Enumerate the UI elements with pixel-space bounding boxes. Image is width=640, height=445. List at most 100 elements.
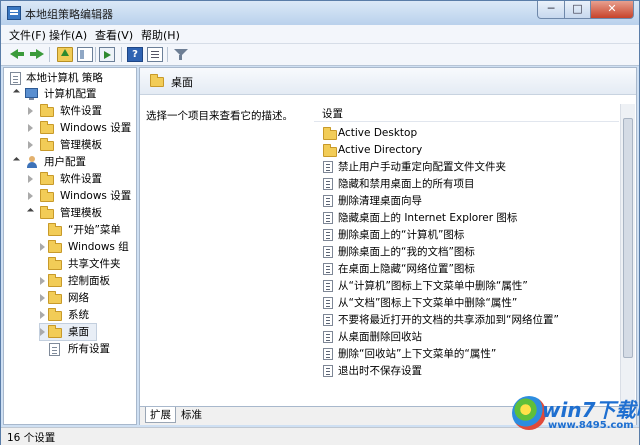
settings-column-header[interactable]: 设置 [314,104,619,122]
toolbar-separator [121,47,122,62]
list-item-label: 不要将最近打开的文档的共享添加到“网络位置” [338,314,559,326]
details-header: 桌面 [140,68,636,95]
policy-document-icon [10,72,21,85]
tree-label: 网络 [68,292,89,304]
tree-label: Windows 组 [68,241,129,253]
toolbar-separator [167,47,168,62]
tree-label: 控制面板 [68,275,110,287]
list-item-label: 从“文档”图标上下文菜单中删除“属性” [338,297,518,309]
list-item-label: 在桌面上隐藏“网络位置”图标 [338,263,475,275]
collapsed-arrow-icon[interactable] [40,243,45,251]
policy-setting-icon [323,161,333,173]
list-item-label: Active Desktop [338,127,418,139]
collapsed-arrow-icon[interactable] [40,294,45,302]
expanded-arrow-icon[interactable] [26,207,35,216]
policy-setting-icon [323,263,333,275]
folder-icon [323,144,337,157]
scrollbar-thumb[interactable] [623,118,633,358]
policy-setting-icon [323,246,333,258]
tree-label: 系统 [68,309,89,321]
collapsed-arrow-icon[interactable] [40,277,45,285]
folder-icon [40,172,54,185]
menu-bar: 文件(F) 操作(A) 查看(V) 帮助(H) [1,25,639,44]
forward-arrow-icon[interactable] [29,47,45,62]
minimize-button[interactable]: ─ [537,1,565,19]
list-item-label: 删除清理桌面向导 [338,195,422,207]
policy-setting-icon [323,229,333,241]
menu-help[interactable]: 帮助(H) [141,27,180,43]
vertical-scrollbar[interactable] [620,104,635,404]
collapsed-arrow-icon[interactable] [28,107,33,115]
policy-setting-icon [323,297,333,309]
menu-action[interactable]: 操作(A) [49,27,87,43]
list-item-label: 隐藏和禁用桌面上的所有项目 [338,178,475,190]
window-title: 本地组策略编辑器 [25,8,113,21]
tree-label: 共享文件夹 [68,258,121,270]
help-icon[interactable]: ? [127,47,143,62]
tree-label: Windows 设置 [60,122,132,134]
export-list-icon[interactable] [99,47,115,62]
toolbar: ? [1,44,639,66]
folder-icon [48,308,62,321]
details-header-title: 桌面 [171,76,193,89]
tree-item-desktop[interactable]: 桌面 [39,323,97,341]
tree-label: 软件设置 [60,173,102,185]
collapsed-arrow-icon[interactable] [40,311,45,319]
all-settings-icon [49,343,60,356]
filter-icon[interactable] [173,47,189,62]
up-folder-icon[interactable] [57,47,73,62]
collapsed-arrow-icon[interactable] [28,141,33,149]
policy-setting-icon [323,280,333,292]
close-button[interactable]: ✕ [590,1,634,19]
tree-label: Windows 设置 [60,190,132,202]
list-item-label: 删除“回收站”上下文菜单的“属性” [338,348,497,360]
folder-icon [40,104,54,117]
tree-label: 计算机配置 [44,88,97,100]
tree-label: “开始”菜单 [68,224,121,236]
list-item-label: 删除桌面上的“我的文档”图标 [338,246,475,258]
tab-standard[interactable]: 标准 [177,407,206,423]
folder-icon [48,274,62,287]
tree-label: 用户配置 [44,156,86,168]
policy-setting-icon [323,348,333,360]
collapsed-arrow-icon[interactable] [28,124,33,132]
tree-label: 所有设置 [68,343,110,355]
properties-icon[interactable] [147,47,163,62]
maximize-button[interactable]: □ [564,1,591,19]
watermark-url: www.8495.com [548,420,634,431]
tab-extended[interactable]: 扩展 [145,407,176,423]
folder-icon [150,74,164,87]
expanded-arrow-icon[interactable] [12,156,21,165]
tree-label: 管理模板 [60,207,102,219]
policy-setting-icon [323,195,333,207]
policy-setting-icon [323,331,333,343]
toolbar-separator [95,47,96,62]
collapsed-arrow-icon[interactable] [28,175,33,183]
menu-file[interactable]: 文件(F) [9,27,46,43]
list-item-label: Active Directory [338,144,423,156]
collapsed-arrow-icon[interactable] [28,192,33,200]
back-arrow-icon[interactable] [9,47,25,62]
navigation-tree[interactable]: 本地计算机 策略 计算机配置 软件设置 Windows 设置 管理模板 用户配置 [3,67,137,425]
site-watermark: win7下载吧 www.8495.com [512,390,640,438]
tree-label: 软件设置 [60,105,102,117]
folder-icon [40,206,54,219]
collapsed-arrow-icon[interactable] [40,328,45,336]
user-icon [26,156,38,168]
description-text: 选择一个项目来查看它的描述。 [146,110,293,122]
list-item-label: 从“计算机”图标上下文菜单中删除“属性” [338,280,528,292]
watermark-brand: win7下载吧 [542,398,640,422]
details-pane: 桌面 选择一个项目来查看它的描述。 设置 Active Desktop Acti… [139,67,637,425]
window: 本地组策略编辑器 ─ □ ✕ 文件(F) 操作(A) 查看(V) 帮助(H) ?… [0,0,640,445]
folder-icon [48,257,62,270]
policy-setting-icon [323,212,333,224]
title-bar[interactable]: 本地组策略编辑器 ─ □ ✕ [1,1,639,25]
list-item-label: 隐藏桌面上的 Internet Explorer 图标 [338,212,518,224]
expanded-arrow-icon[interactable] [12,88,21,97]
list-item-label: 禁止用户手动重定向配置文件文件夹 [338,161,506,173]
folder-icon [40,121,54,134]
show-tree-icon[interactable] [77,47,93,62]
folder-icon [323,127,337,140]
list-item-label: 删除桌面上的“计算机”图标 [338,229,465,241]
menu-view[interactable]: 查看(V) [95,27,133,43]
